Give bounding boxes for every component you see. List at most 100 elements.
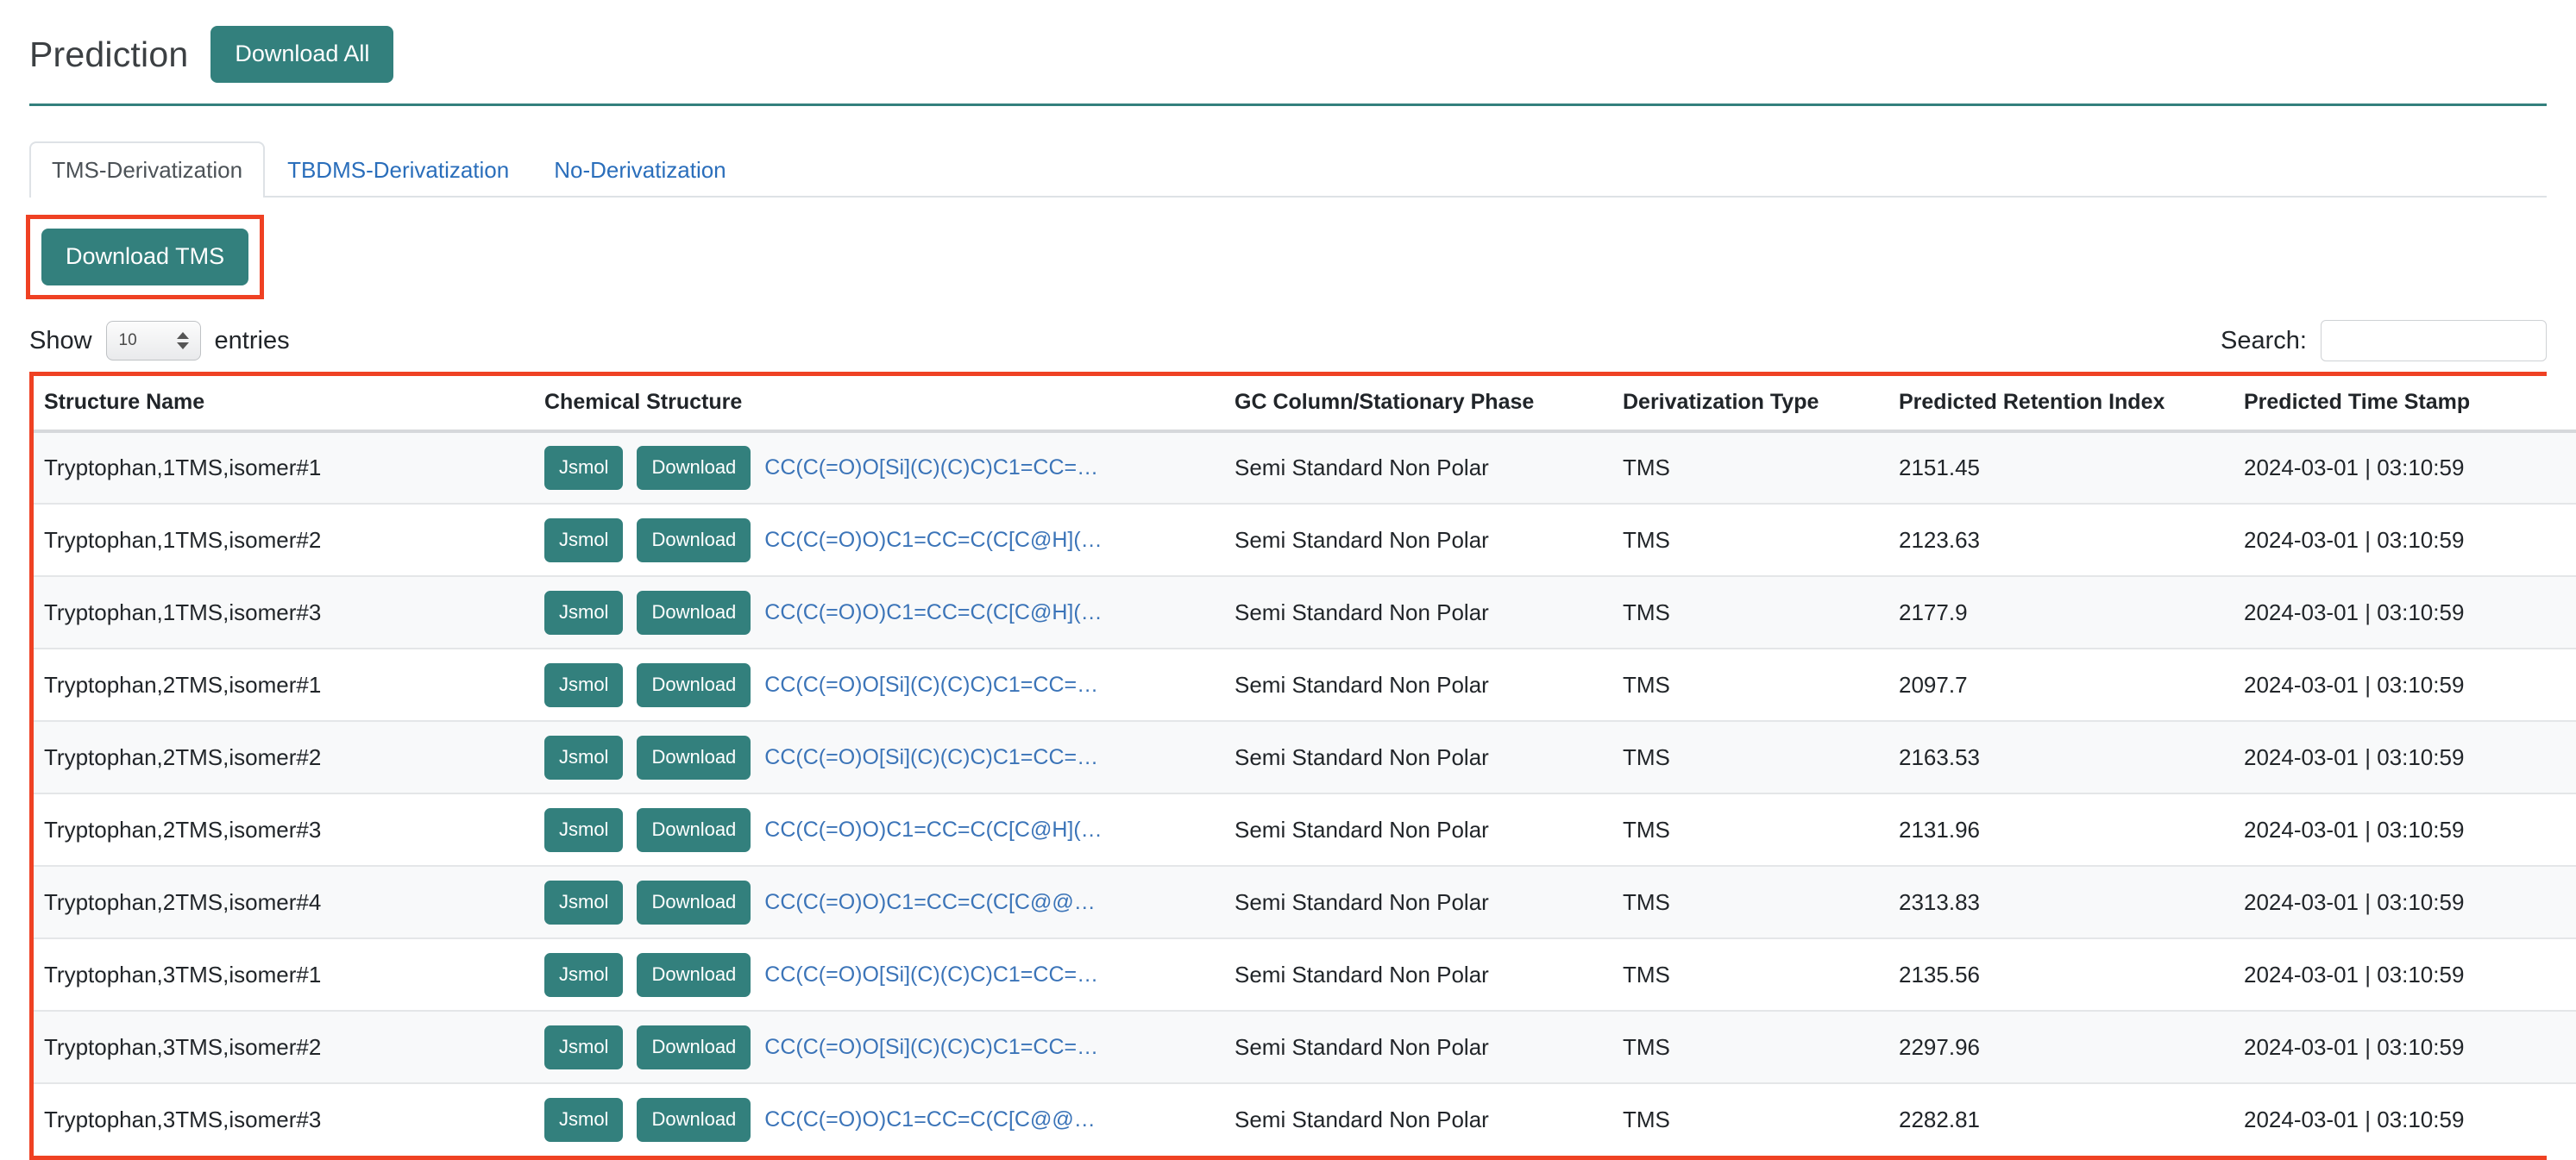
download-structure-button[interactable]: Download	[637, 881, 751, 925]
table-row: Tryptophan,1TMS,isomer#2JsmolDownloadCC(…	[34, 504, 2576, 576]
column-header-derivatization-type[interactable]: Derivatization Type	[1612, 376, 1888, 431]
cell-gc-column: Semi Standard Non Polar	[1224, 1083, 1612, 1156]
smiles-link[interactable]: CC(C(=O)O[Si](C)(C)C)C1=CC=…	[764, 1035, 1098, 1060]
smiles-link[interactable]: CC(C(=O)O)C1=CC=C(C[C@H](…	[764, 600, 1102, 625]
jsmol-button[interactable]: Jsmol	[544, 663, 623, 707]
download-structure-button[interactable]: Download	[637, 591, 751, 635]
download-structure-button[interactable]: Download	[637, 1098, 751, 1142]
cell-gc-column: Semi Standard Non Polar	[1224, 938, 1612, 1011]
entries-per-page-value: 10	[119, 331, 137, 350]
cell-retention-index: 2282.81	[1888, 1083, 2234, 1156]
cell-chemical-structure: Jsmol Download CC(C(=O)O[Si](C)(C)C)C1=CC=…	[534, 938, 1224, 1011]
search-input[interactable]	[2321, 320, 2547, 361]
cell-retention-index: 2313.83	[1888, 866, 2234, 938]
tab-tms-derivatization[interactable]: TMS-Derivatization	[29, 141, 265, 198]
table-header-row: Structure Name Chemical Structure GC Col…	[34, 376, 2576, 431]
cell-chemical-structure: Jsmol Download CC(C(=O)O[Si](C)(C)C)C1=CC=…	[534, 649, 1224, 721]
cell-time-stamp: 2024-03-01 | 03:10:59	[2234, 866, 2576, 938]
jsmol-button[interactable]: Jsmol	[544, 518, 623, 562]
smiles-link[interactable]: CC(C(=O)O[Si](C)(C)C)C1=CC=…	[764, 673, 1098, 698]
smiles-link[interactable]: CC(C(=O)O)C1=CC=C(C[C@@…	[764, 890, 1095, 915]
download-structure-button[interactable]: Download	[637, 518, 751, 562]
column-header-gc-column[interactable]: GC Column/Stationary Phase	[1224, 376, 1612, 431]
cell-structure-name: Tryptophan,1TMS,isomer#1	[34, 431, 534, 504]
table-controls: Show 10 entries Search:	[29, 317, 2547, 365]
download-tms-highlight: Download TMS	[26, 215, 264, 299]
stepper-arrows-icon[interactable]	[177, 332, 189, 349]
cell-gc-column: Semi Standard Non Polar	[1224, 576, 1612, 649]
table-row: Tryptophan,3TMS,isomer#2Jsmol Download CC(…	[34, 1011, 2576, 1083]
jsmol-button[interactable]: Jsmol	[544, 736, 623, 780]
jsmol-button[interactable]: Jsmol	[544, 1098, 623, 1142]
cell-time-stamp: 2024-03-01 | 03:10:59	[2234, 1011, 2576, 1083]
structure-actions: Jsmol Download CC(C(=O)O[Si](C)(C)C)C1=CC=…	[544, 663, 1224, 707]
structure-actions: Jsmol Download CC(C(=O)O[Si](C)(C)C)C1=CC=…	[544, 953, 1224, 997]
derivatization-tabs: TMS-Derivatization TBDMS-Derivatization …	[29, 144, 2547, 198]
table-row: Tryptophan,2TMS,isomer#3JsmolDownloadCC(…	[34, 793, 2576, 866]
entries-label: entries	[215, 327, 290, 355]
cell-gc-column: Semi Standard Non Polar	[1224, 793, 1612, 866]
smiles-link[interactable]: CC(C(=O)O[Si](C)(C)C)C1=CC=…	[764, 745, 1098, 770]
jsmol-button[interactable]: Jsmol	[544, 591, 623, 635]
jsmol-button[interactable]: Jsmol	[544, 1025, 623, 1069]
cell-structure-name: Tryptophan,2TMS,isomer#4	[34, 866, 534, 938]
header-divider	[29, 103, 2547, 106]
cell-time-stamp: 2024-03-01 | 03:10:59	[2234, 721, 2576, 793]
download-structure-button[interactable]: Download	[637, 663, 751, 707]
download-structure-button[interactable]: Download	[637, 808, 751, 852]
download-tms-button[interactable]: Download TMS	[41, 229, 248, 285]
cell-derivatization-type: TMS	[1612, 866, 1888, 938]
download-structure-button[interactable]: Download	[637, 446, 751, 490]
column-header-time-stamp[interactable]: Predicted Time Stamp	[2234, 376, 2576, 431]
cell-chemical-structure: Jsmol Download CC(C(=O)O)C1=CC=C(C[C@H](…	[534, 576, 1224, 649]
cell-retention-index: 2151.45	[1888, 431, 2234, 504]
cell-retention-index: 2163.53	[1888, 721, 2234, 793]
cell-chemical-structure: Jsmol Download CC(C(=O)O[Si](C)(C)C)C1=CC=…	[534, 431, 1224, 504]
cell-chemical-structure: Jsmol Download CC(C(=O)O)C1=CC=C(C[C@H](…	[534, 504, 1224, 576]
table-row: Tryptophan,2TMS,isomer#4Jsmol Download CC(…	[34, 866, 2576, 938]
show-label: Show	[29, 327, 92, 355]
download-structure-button[interactable]: Download	[637, 953, 751, 997]
table-row: Tryptophan,1TMS,isomer#3JsmolDownloadCC(…	[34, 576, 2576, 649]
tab-no-derivatization[interactable]: No-Derivatization	[531, 141, 748, 198]
cell-time-stamp: 2024-03-01 | 03:10:59	[2234, 504, 2576, 576]
cell-structure-name: Tryptophan,2TMS,isomer#2	[34, 721, 534, 793]
cell-retention-index: 2177.9	[1888, 576, 2234, 649]
structure-actions: Jsmol Download CC(C(=O)O[Si](C)(C)C)C1=CC=…	[544, 446, 1224, 490]
cell-time-stamp: 2024-03-01 | 03:10:59	[2234, 649, 2576, 721]
cell-chemical-structure: Jsmol Download CC(C(=O)O)C1=CC=C(C[C@H](…	[534, 793, 1224, 866]
smiles-link[interactable]: CC(C(=O)O)C1=CC=C(C[C@H](…	[764, 528, 1102, 553]
jsmol-button[interactable]: Jsmol	[544, 808, 623, 852]
smiles-link[interactable]: CC(C(=O)O[Si](C)(C)C)C1=CC=…	[764, 962, 1098, 988]
smiles-link[interactable]: CC(C(=O)O)C1=CC=C(C[C@H](…	[764, 818, 1102, 843]
cell-structure-name: Tryptophan,3TMS,isomer#2	[34, 1011, 534, 1083]
column-header-structure-name[interactable]: Structure Name	[34, 376, 534, 431]
entries-per-page-select[interactable]: 10	[106, 321, 201, 361]
column-header-retention-index[interactable]: Predicted Retention Index	[1888, 376, 2234, 431]
cell-chemical-structure: Jsmol Download CC(C(=O)O[Si](C)(C)C)C1=CC=…	[534, 1011, 1224, 1083]
cell-time-stamp: 2024-03-01 | 03:10:59	[2234, 1083, 2576, 1156]
cell-retention-index: 2097.7	[1888, 649, 2234, 721]
jsmol-button[interactable]: Jsmol	[544, 446, 623, 490]
results-table-highlight: Structure Name Chemical Structure GC Col…	[29, 372, 2547, 1160]
page-header: Prediction Download All	[29, 0, 2547, 95]
search-label: Search:	[2221, 327, 2307, 355]
table-head: Structure Name Chemical Structure GC Col…	[34, 376, 2576, 431]
structure-actions: Jsmol Download CC(C(=O)O)C1=CC=C(C[C@H](…	[544, 591, 1224, 635]
download-all-button[interactable]: Download All	[210, 26, 393, 83]
cell-derivatization-type: TMS	[1612, 576, 1888, 649]
smiles-link[interactable]: CC(C(=O)O[Si](C)(C)C)C1=CC=…	[764, 455, 1098, 480]
jsmol-button[interactable]: Jsmol	[544, 953, 623, 997]
jsmol-button[interactable]: Jsmol	[544, 881, 623, 925]
smiles-link[interactable]: CC(C(=O)O)C1=CC=C(C[C@@…	[764, 1107, 1095, 1132]
tab-tbdms-derivatization[interactable]: TBDMS-Derivatization	[265, 141, 531, 198]
download-structure-button[interactable]: Download	[637, 736, 751, 780]
cell-retention-index: 2123.63	[1888, 504, 2234, 576]
table-row: Tryptophan,3TMS,isomer#3Jsmol Download CC(…	[34, 1083, 2576, 1156]
table-row: Tryptophan,1TMS,isomer#1Jsmol Download CC(…	[34, 431, 2576, 504]
cell-structure-name: Tryptophan,3TMS,isomer#3	[34, 1083, 534, 1156]
column-header-chemical-structure[interactable]: Chemical Structure	[534, 376, 1224, 431]
cell-derivatization-type: TMS	[1612, 649, 1888, 721]
download-structure-button[interactable]: Download	[637, 1025, 751, 1069]
table-body: Tryptophan,1TMS,isomer#1JsmolDownloadCC(…	[34, 431, 2576, 1156]
